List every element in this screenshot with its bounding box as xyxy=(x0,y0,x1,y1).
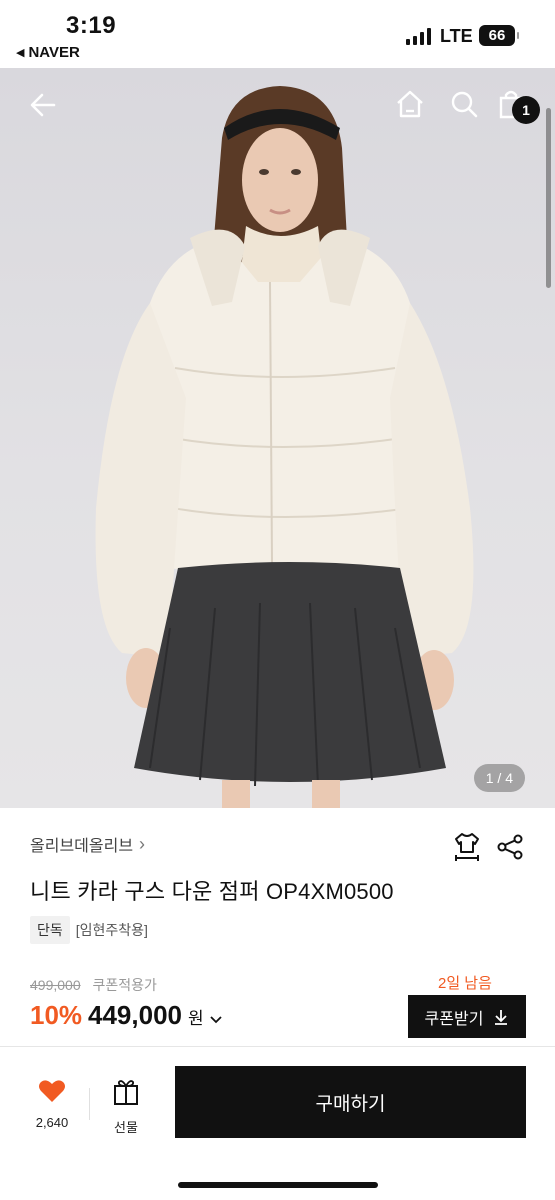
download-icon xyxy=(495,1009,508,1025)
coupon-days-left: 2일 남음 xyxy=(438,975,492,992)
brand-name: 올리브데올리브 xyxy=(30,838,134,855)
product-tags: 단독 [임현주착용] xyxy=(30,916,148,944)
wishlist-button[interactable]: 2,640 xyxy=(26,1078,78,1130)
back-app-label: NAVER xyxy=(28,44,80,61)
product-photo xyxy=(95,86,474,808)
price-unit: 원 xyxy=(187,1009,204,1028)
cart-count-badge: 1 xyxy=(512,96,540,124)
back-to-app-link[interactable]: ◀ NAVER xyxy=(16,44,80,61)
coupon-price-note: 쿠폰적용가 xyxy=(92,977,157,993)
share-button[interactable] xyxy=(494,832,526,862)
brand-link[interactable]: 올리브데올리브 › xyxy=(30,832,145,856)
search-button[interactable] xyxy=(448,88,480,120)
status-time: 3:19 xyxy=(66,12,117,39)
discount-rate: 10% xyxy=(30,1000,83,1030)
sale-price: 449,000 xyxy=(88,1000,182,1030)
size-guide-button[interactable] xyxy=(452,830,482,864)
back-arrow-icon xyxy=(30,93,56,117)
back-triangle-icon: ◀ xyxy=(16,47,25,59)
wishlist-count: 2,640 xyxy=(35,1115,69,1130)
back-button[interactable] xyxy=(26,88,60,122)
image-pager: 1 / 4 xyxy=(473,764,525,792)
home-indicator[interactable] xyxy=(178,1182,378,1188)
bottom-separator xyxy=(89,1088,90,1120)
chevron-down-icon xyxy=(209,1011,222,1027)
network-label: LTE xyxy=(440,26,473,46)
share-icon xyxy=(497,834,523,860)
buy-button[interactable]: 구매하기 xyxy=(175,1066,526,1138)
celebrity-tag: [임현주착용] xyxy=(75,922,148,938)
signal-icon xyxy=(406,27,431,45)
get-coupon-label: 쿠폰받기 xyxy=(424,1010,484,1028)
original-price-row: 499,000 쿠폰적용가 xyxy=(30,975,157,995)
product-image-carousel[interactable]: 1 / 4 xyxy=(0,68,555,808)
exclusive-tag: 단독 xyxy=(30,916,70,944)
gift-label: 선물 xyxy=(114,1120,138,1135)
search-icon xyxy=(451,91,478,118)
gift-icon xyxy=(114,1080,138,1105)
original-price: 499,000 xyxy=(30,977,81,993)
sale-price-row[interactable]: 449,000 원 xyxy=(88,1000,222,1031)
get-coupon-button[interactable]: 쿠폰받기 xyxy=(408,995,526,1038)
gift-button[interactable]: 선물 xyxy=(100,1078,152,1136)
product-title: 니트 카라 구스 다운 점퍼 OP4XM0500 xyxy=(30,879,394,904)
section-divider xyxy=(0,1046,555,1047)
heart-icon xyxy=(39,1080,65,1102)
home-icon xyxy=(397,90,423,118)
tshirt-size-icon xyxy=(455,833,479,861)
scrollbar[interactable] xyxy=(546,108,551,288)
chevron-right-icon: › xyxy=(139,833,146,854)
home-button[interactable] xyxy=(394,88,426,120)
status-bar: 3:19 ◀ NAVER LTE 66 xyxy=(0,0,555,68)
battery-icon: 66 xyxy=(479,25,519,46)
